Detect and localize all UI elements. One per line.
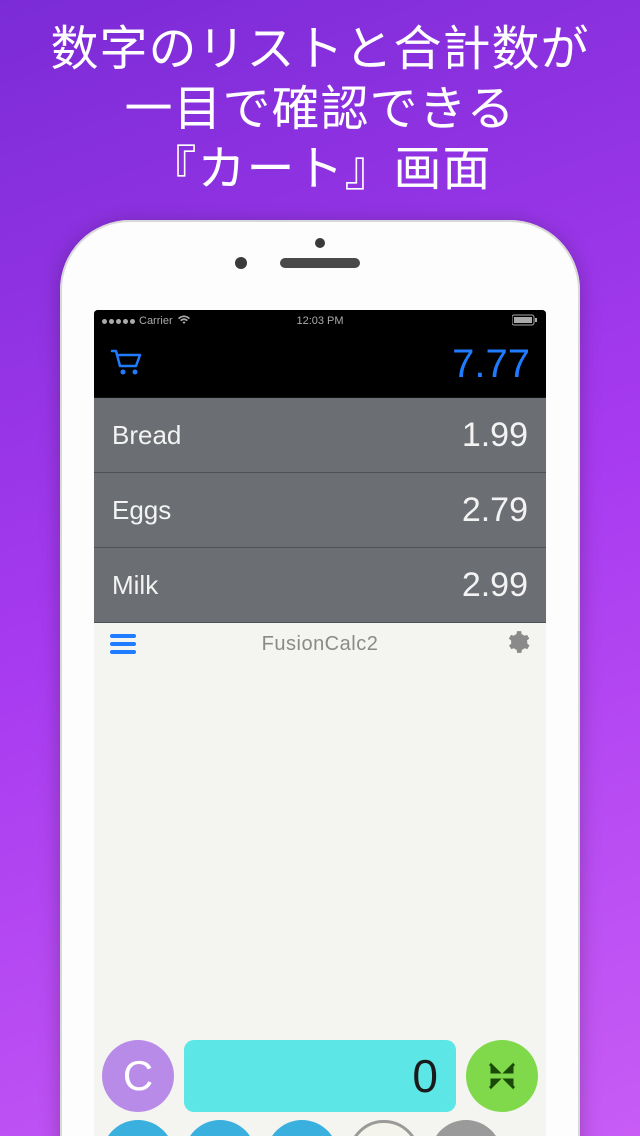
phone-sensor <box>315 238 325 248</box>
cart-item-name: Milk <box>112 570 158 601</box>
battery-icon <box>512 314 538 329</box>
cart-total: 7.77 <box>452 342 530 387</box>
status-time: 12:03 PM <box>296 315 343 327</box>
cart-list[interactable]: Bread 1.99 Eggs 2.79 Milk 2.99 <box>94 398 546 623</box>
cart-item-name: Bread <box>112 420 181 451</box>
cart-item-price: 2.79 <box>462 491 528 530</box>
cart-header: 7.77 <box>94 332 546 398</box>
carrier-label: Carrier <box>139 315 173 327</box>
collapse-button[interactable] <box>466 1040 538 1112</box>
phone-frame: Carrier 12:03 PM 7.77 Bread <box>60 220 580 1136</box>
app-title: FusionCalc2 <box>262 633 379 656</box>
cart-item-name: Eggs <box>112 495 171 526</box>
cart-row[interactable]: Milk 2.99 <box>94 548 546 623</box>
phone-speaker <box>280 258 360 268</box>
promo-line-2: 一目で確認できる <box>50 80 589 140</box>
promo-heading: 数字のリストと合計数が 一目で確認できる 『カート』画面 <box>50 20 589 200</box>
app-toolbar: FusionCalc2 <box>94 623 546 665</box>
status-bar: Carrier 12:03 PM <box>94 310 546 332</box>
cart-item-price: 1.99 <box>462 416 528 455</box>
key-8[interactable]: 8 <box>184 1120 256 1136</box>
phone-camera <box>235 257 247 269</box>
cart-item-price: 2.99 <box>462 566 528 605</box>
calculator-display[interactable]: 0 <box>184 1040 456 1112</box>
key-9[interactable]: 9 <box>266 1120 338 1136</box>
status-left: Carrier <box>102 315 191 328</box>
promo-line-1: 数字のリストと合計数が <box>50 20 589 80</box>
signal-icon <box>102 319 135 324</box>
calculator-pad: C 0 7 8 9 ÷ <box>94 1034 546 1136</box>
key-divide[interactable]: ÷ <box>348 1120 420 1136</box>
cart-icon[interactable] <box>110 348 144 381</box>
workspace-area[interactable] <box>94 665 546 1034</box>
cart-row[interactable]: Bread 1.99 <box>94 398 546 473</box>
promo-line-3: 『カート』画面 <box>50 140 589 200</box>
menu-icon[interactable] <box>110 634 136 654</box>
backspace-button[interactable] <box>430 1120 502 1136</box>
collapse-icon <box>485 1059 519 1093</box>
gear-icon[interactable] <box>504 629 530 660</box>
cart-row[interactable]: Eggs 2.79 <box>94 473 546 548</box>
clear-button[interactable]: C <box>102 1040 174 1112</box>
key-7[interactable]: 7 <box>102 1120 174 1136</box>
wifi-icon <box>177 315 191 328</box>
phone-screen: Carrier 12:03 PM 7.77 Bread <box>94 310 546 1136</box>
